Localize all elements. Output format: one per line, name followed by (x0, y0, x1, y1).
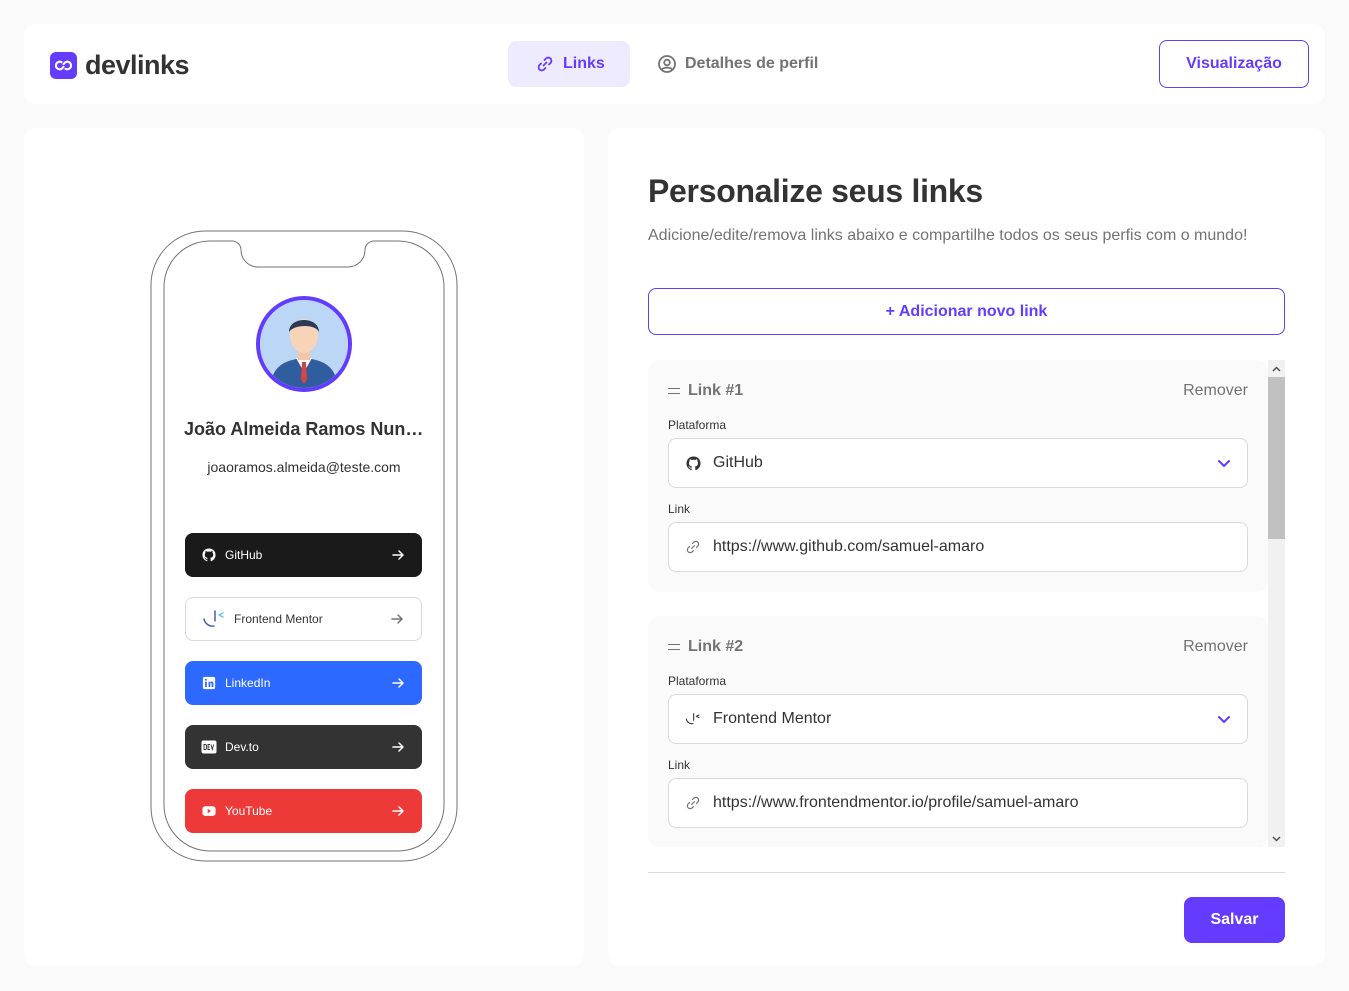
page-subtitle: Adicione/edite/remova links abaixo e com… (648, 227, 1248, 244)
links-editor-panel: Personalize seus links Adicione/edite/re… (608, 128, 1325, 966)
platform-label: Plataforma (668, 418, 727, 432)
frontend-mentor-icon (685, 711, 701, 727)
linkedin-icon (201, 675, 217, 691)
devlinks-logo-icon (50, 52, 77, 79)
link-icon (685, 539, 701, 555)
link-label: Link (668, 502, 691, 516)
link-icon (685, 795, 701, 811)
logo[interactable]: devlinks (50, 50, 190, 81)
link-url-value: https://www.github.com/samuel-amaro (713, 538, 985, 555)
page-title: Personalize seus links (648, 173, 983, 209)
user-circle-icon (657, 54, 677, 74)
chevron-down-icon (1217, 712, 1231, 726)
preview-link-frontend-mentor[interactable]: Frontend Mentor (185, 597, 422, 641)
link-url-input[interactable]: https://www.github.com/samuel-amaro (668, 522, 1248, 572)
arrow-right-icon (390, 675, 406, 691)
scroll-up-icon[interactable] (1268, 360, 1285, 377)
preview-link-label: YouTube (225, 804, 273, 818)
platform-select[interactable]: Frontend Mentor (668, 694, 1248, 744)
logo-text: devlinks (85, 50, 190, 80)
tab-profile-details[interactable]: Detalhes de perfil (631, 41, 845, 87)
link-card: Link #2 Remover Plataforma Frontend Ment… (648, 616, 1268, 847)
link-card-title: Link #1 (688, 382, 744, 399)
link-url-value: https://www.frontendmentor.io/profile/sa… (713, 794, 1079, 811)
link-card-title: Link #2 (688, 638, 744, 655)
remove-link-button[interactable]: Remover (1183, 638, 1248, 656)
link-card: Link #1 Remover Plataforma GitHub Link h… (648, 360, 1268, 592)
preview-link-label: Frontend Mentor (234, 612, 323, 626)
scroll-down-icon[interactable] (1268, 830, 1285, 847)
link-url-input[interactable]: https://www.frontendmentor.io/profile/sa… (668, 778, 1248, 828)
tab-links[interactable]: Links (508, 41, 630, 87)
arrow-right-icon (390, 803, 406, 819)
arrow-right-icon (390, 547, 406, 563)
divider (648, 872, 1285, 873)
link-icon (535, 54, 555, 74)
preview-link-label: Dev.to (225, 740, 259, 754)
arrow-right-icon (389, 611, 405, 627)
preview-link-label: LinkedIn (225, 676, 271, 690)
preview-link-devto[interactable]: Dev.to (185, 725, 422, 769)
platform-value: Frontend Mentor (713, 710, 832, 727)
youtube-icon (201, 803, 217, 819)
top-nav: devlinks Links Detalhes de perfil Visual… (24, 24, 1325, 104)
profile-name: João Almeida Ramos Nunes (184, 419, 424, 439)
scrollbar[interactable] (1268, 360, 1285, 847)
preview-link-github[interactable]: GitHub (185, 533, 422, 577)
tab-profile-label: Detalhes de perfil (685, 55, 819, 72)
preview-link-label: GitHub (225, 548, 263, 562)
drag-handle-icon[interactable] (668, 388, 680, 394)
github-icon (201, 547, 217, 563)
devto-icon (201, 739, 217, 755)
add-new-link-button[interactable]: + Adicionar novo link (648, 288, 1285, 335)
scrollbar-thumb[interactable] (1268, 377, 1285, 539)
frontend-mentor-icon (202, 610, 226, 627)
avatar (256, 296, 352, 392)
tab-links-label: Links (563, 55, 605, 72)
remove-link-button[interactable]: Remover (1183, 382, 1248, 400)
arrow-right-icon (390, 739, 406, 755)
phone-preview-panel: João Almeida Ramos Nunes joaoramos.almei… (24, 128, 584, 966)
save-button[interactable]: Salvar (1184, 897, 1285, 943)
preview-link-linkedin[interactable]: LinkedIn (185, 661, 422, 705)
preview-link-youtube[interactable]: YouTube (185, 789, 422, 833)
platform-label: Plataforma (668, 674, 727, 688)
profile-email: joaoramos.almeida@teste.com (207, 459, 401, 475)
platform-value: GitHub (713, 454, 763, 471)
github-icon (685, 455, 701, 471)
chevron-down-icon (1217, 456, 1231, 470)
link-label: Link (668, 758, 691, 772)
platform-select[interactable]: GitHub (668, 438, 1248, 488)
preview-button[interactable]: Visualização (1159, 40, 1309, 88)
links-list[interactable]: Link #1 Remover Plataforma GitHub Link h… (648, 360, 1285, 847)
drag-handle-icon[interactable] (668, 644, 680, 650)
